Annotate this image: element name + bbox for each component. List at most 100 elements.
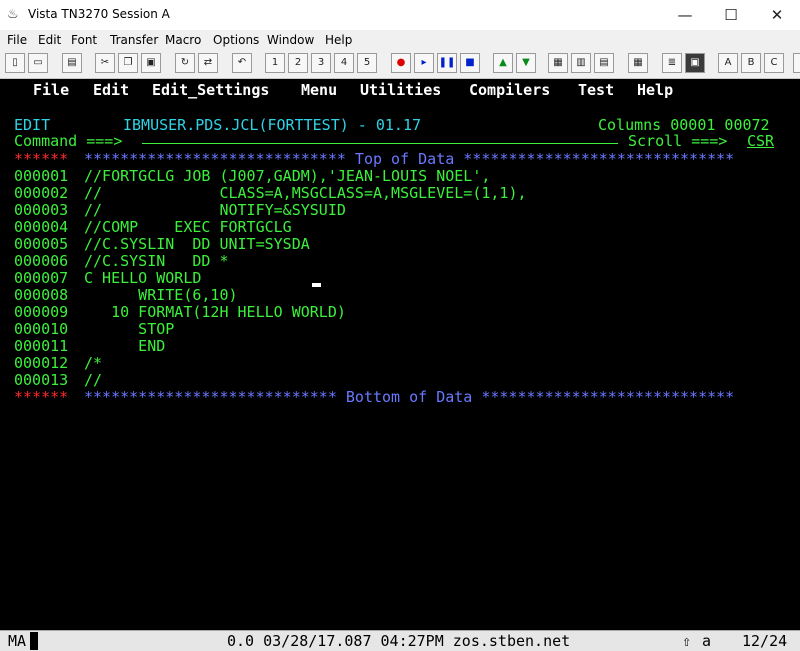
line-number[interactable]: 000002 bbox=[14, 185, 68, 202]
line-number[interactable]: 000008 bbox=[14, 287, 68, 304]
session-b-button[interactable]: B bbox=[741, 53, 761, 73]
menu-font[interactable]: Font bbox=[71, 33, 97, 47]
pause-icon[interactable]: ❚❚ bbox=[437, 53, 457, 73]
transfer-icon[interactable]: ⇄ bbox=[198, 53, 218, 73]
upload-icon[interactable]: ▲ bbox=[493, 53, 513, 73]
bottom-of-data-row: ****** **************************** Bott… bbox=[0, 389, 734, 406]
line-number[interactable]: 000009 bbox=[14, 304, 68, 321]
line-number[interactable]: 000010 bbox=[14, 321, 68, 338]
line-number[interactable]: 000004 bbox=[14, 219, 68, 236]
bottom-of-data-banner: **************************** Bottom of D… bbox=[84, 388, 735, 406]
macro-3-button[interactable]: 3 bbox=[311, 53, 331, 73]
menu-window[interactable]: Window bbox=[267, 33, 314, 47]
undo-icon[interactable]: ↶ bbox=[232, 53, 252, 73]
scroll-value-field[interactable]: CSR bbox=[747, 133, 774, 150]
command-input[interactable] bbox=[142, 143, 618, 144]
clipboard-icon[interactable]: ▦ bbox=[548, 53, 568, 73]
record-icon[interactable]: ● bbox=[391, 53, 411, 73]
line-text[interactable]: END bbox=[84, 338, 165, 355]
print-icon[interactable]: ▤ bbox=[62, 53, 82, 73]
line-text[interactable]: //COMP EXEC FORTGCLG bbox=[84, 219, 292, 236]
line-number[interactable]: 000006 bbox=[14, 253, 68, 270]
ispf-menu-help[interactable]: Help bbox=[637, 82, 673, 99]
ispf-menu-edit-settings[interactable]: Edit_Settings bbox=[152, 82, 269, 99]
app-icon: ♨ bbox=[7, 7, 19, 22]
stop-icon[interactable]: ■ bbox=[460, 53, 480, 73]
copy-icon[interactable]: ❐ bbox=[118, 53, 138, 73]
top-of-data-banner: ***************************** Top of Dat… bbox=[84, 150, 735, 168]
close-button[interactable]: ✕ bbox=[754, 0, 800, 30]
macro-2-button[interactable]: 2 bbox=[288, 53, 308, 73]
title-bar: ♨ Vista TN3270 Session A — ☐ ✕ bbox=[0, 0, 800, 30]
menu-file[interactable]: File bbox=[7, 33, 27, 47]
macro-4-button[interactable]: 4 bbox=[334, 53, 354, 73]
session-indicator: MA bbox=[8, 632, 27, 650]
line-text[interactable]: // NOTIFY=&SYSUID bbox=[84, 202, 346, 219]
line-text[interactable]: STOP bbox=[84, 321, 174, 338]
keyboard-icon[interactable]: ▤ bbox=[594, 53, 614, 73]
play-icon[interactable]: ▸ bbox=[414, 53, 434, 73]
macro-5-label: 5 bbox=[363, 57, 371, 68]
line-number[interactable]: 000001 bbox=[14, 168, 68, 185]
download-icon[interactable]: ▼ bbox=[516, 53, 536, 73]
menu-help[interactable]: Help bbox=[325, 33, 352, 47]
paste-icon[interactable]: ▣ bbox=[141, 53, 161, 73]
ispf-menu-utilities[interactable]: Utilities bbox=[360, 82, 441, 99]
ispf-action-bar: File Edit Edit_Settings Menu Utilities C… bbox=[0, 82, 673, 99]
session-icon[interactable]: ▣ bbox=[685, 53, 705, 73]
macro-3-label: 3 bbox=[317, 57, 325, 68]
line-text[interactable]: 10 FORMAT(12H HELLO WORLD) bbox=[84, 304, 346, 321]
line-text[interactable]: //C.SYSIN DD * bbox=[84, 253, 229, 270]
macro-4-label: 4 bbox=[340, 57, 348, 68]
status-info: 0.0 03/28/17.087 04:27PM zos.stben.net bbox=[227, 632, 571, 650]
toolbar-overflow[interactable] bbox=[793, 53, 800, 73]
terminal-screen[interactable]: File Edit Edit_Settings Menu Utilities C… bbox=[0, 79, 800, 630]
session-c-button[interactable]: C bbox=[764, 53, 784, 73]
notes-icon[interactable]: ≣ bbox=[662, 53, 682, 73]
text-cursor bbox=[312, 283, 321, 287]
command-row: Command ===> Scroll ===> CSR bbox=[0, 133, 800, 150]
line-text[interactable]: C HELLO WORLD bbox=[84, 270, 201, 287]
menu-macro[interactable]: Macro bbox=[165, 33, 201, 47]
documents-icon[interactable]: ▥ bbox=[571, 53, 591, 73]
line-text[interactable]: WRITE(6,10) bbox=[84, 287, 237, 304]
session-b-label: B bbox=[747, 57, 755, 68]
macro-5-button[interactable]: 5 bbox=[357, 53, 377, 73]
line-text[interactable]: //FORTGCLG JOB (J007,GADM),'JEAN-LOUIS N… bbox=[84, 168, 490, 185]
line-text[interactable]: // CLASS=A,MSGCLASS=A,MSGLEVEL=(1,1), bbox=[84, 185, 527, 202]
open-folder-icon[interactable]: ▭ bbox=[28, 53, 48, 73]
line-text[interactable]: // bbox=[84, 372, 102, 389]
ispf-menu-menu[interactable]: Menu bbox=[301, 82, 337, 99]
bottom-marker: ****** bbox=[14, 388, 69, 406]
menu-options[interactable]: Options bbox=[213, 33, 259, 47]
line-number[interactable]: 000012 bbox=[14, 355, 68, 372]
dataset-name: IBMUSER.PDS.JCL(FORTTEST) - 01.17 bbox=[123, 116, 422, 134]
menu-bar: File Edit Font Transfer Macro Options Wi… bbox=[0, 30, 800, 50]
keyboard-mode-icon: ⇧ bbox=[682, 632, 692, 650]
macro-1-button[interactable]: 1 bbox=[265, 53, 285, 73]
ispf-menu-file[interactable]: File bbox=[33, 82, 69, 99]
new-document-icon[interactable]: ▯ bbox=[5, 53, 25, 73]
top-marker: ****** bbox=[14, 150, 69, 168]
line-number[interactable]: 000013 bbox=[14, 372, 68, 389]
line-number[interactable]: 000011 bbox=[14, 338, 68, 355]
macro-1-label: 1 bbox=[271, 57, 279, 68]
line-number[interactable]: 000007 bbox=[14, 270, 68, 287]
minimize-button[interactable]: — bbox=[662, 0, 708, 30]
ispf-menu-test[interactable]: Test bbox=[578, 82, 614, 99]
ispf-menu-edit[interactable]: Edit bbox=[93, 82, 129, 99]
scroll-label: Scroll ===> bbox=[628, 132, 728, 150]
menu-transfer[interactable]: Transfer bbox=[110, 33, 158, 47]
cut-icon[interactable]: ✂ bbox=[95, 53, 115, 73]
line-number[interactable]: 000003 bbox=[14, 202, 68, 219]
ispf-menu-compilers[interactable]: Compilers bbox=[469, 82, 550, 99]
window-title: Vista TN3270 Session A bbox=[28, 7, 170, 21]
line-text[interactable]: /* bbox=[84, 355, 102, 372]
refresh-icon[interactable]: ↻ bbox=[175, 53, 195, 73]
session-a-button[interactable]: A bbox=[718, 53, 738, 73]
line-number[interactable]: 000005 bbox=[14, 236, 68, 253]
maximize-button[interactable]: ☐ bbox=[708, 0, 754, 30]
line-text[interactable]: //C.SYSLIN DD UNIT=SYSDA bbox=[84, 236, 310, 253]
menu-edit[interactable]: Edit bbox=[38, 33, 61, 47]
calculator-icon[interactable]: ▦ bbox=[628, 53, 648, 73]
